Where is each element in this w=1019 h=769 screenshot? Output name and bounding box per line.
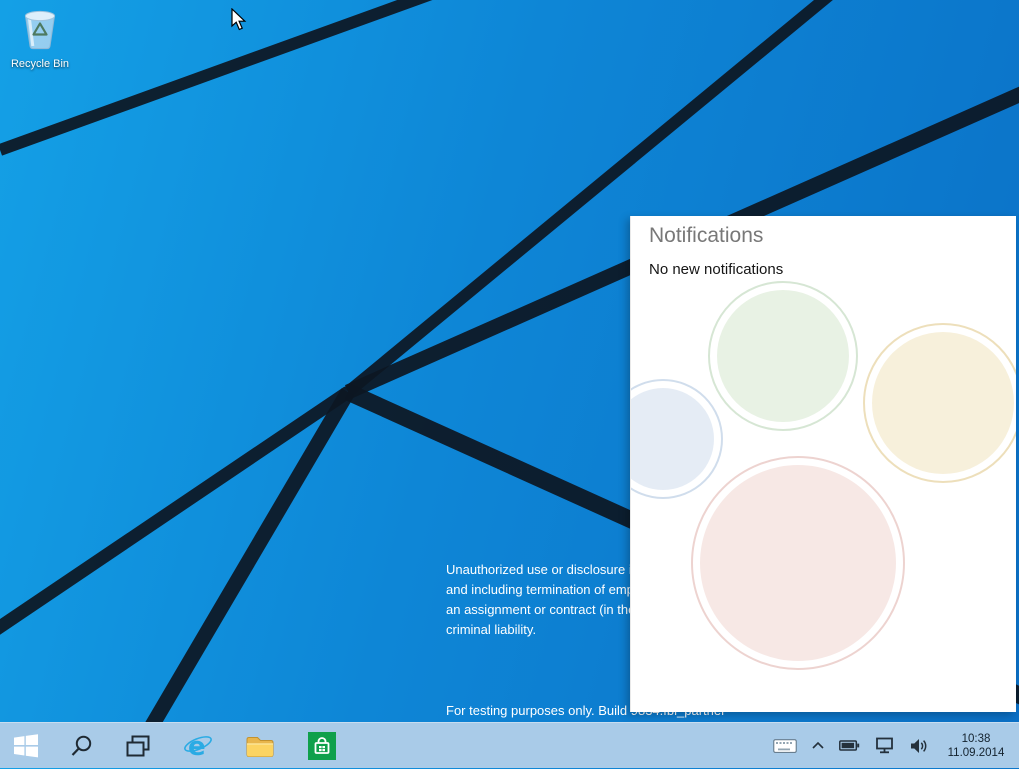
search-button[interactable] (60, 723, 104, 769)
chevron-up-icon (812, 741, 824, 749)
file-explorer-button[interactable] (238, 723, 282, 769)
task-view-button[interactable] (116, 723, 160, 769)
decorative-circle-green (708, 281, 858, 431)
touch-keyboard-button[interactable] (771, 735, 799, 757)
taskbar-clock[interactable]: 10:38 11.09.2014 (941, 732, 1011, 760)
touch-keyboard-icon (773, 738, 797, 753)
folder-icon (246, 736, 274, 757)
volume-button[interactable] (908, 736, 930, 756)
show-hidden-icons-button[interactable] (810, 739, 826, 752)
task-view-icon (126, 735, 150, 756)
battery-icon (839, 740, 860, 751)
network-icon (876, 737, 893, 754)
search-icon (71, 735, 92, 756)
store-button[interactable] (300, 723, 344, 769)
notifications-empty-message: No new notifications (649, 261, 784, 278)
notifications-panel: Notifications No new notifications (630, 216, 1016, 712)
windows-flag-icon (14, 733, 38, 757)
decorative-circle-blue (631, 379, 723, 499)
system-tray: 10:38 11.09.2014 (771, 723, 1011, 769)
mouse-cursor (231, 8, 247, 31)
recycle-bin-icon (24, 10, 56, 50)
store-bag-icon (314, 736, 330, 754)
recycle-bin[interactable]: Recycle Bin (2, 6, 78, 70)
ie-icon: e (184, 732, 212, 761)
volume-icon (911, 738, 927, 753)
power-status-button[interactable] (837, 737, 862, 754)
notifications-title: Notifications (649, 224, 764, 247)
network-status-button[interactable] (873, 735, 897, 756)
decorative-circle-pink (691, 456, 905, 670)
clock-date: 11.09.2014 (947, 746, 1005, 759)
start-button[interactable] (4, 723, 48, 769)
recycle-bin-label: Recycle Bin (10, 58, 70, 70)
decorative-circle-yellow (863, 323, 1016, 483)
taskbar: e 10:38 11.09.2014 (0, 722, 1019, 768)
internet-explorer-button[interactable]: e (176, 723, 220, 769)
store-tile (308, 731, 336, 760)
clock-time: 10:38 (961, 732, 991, 745)
